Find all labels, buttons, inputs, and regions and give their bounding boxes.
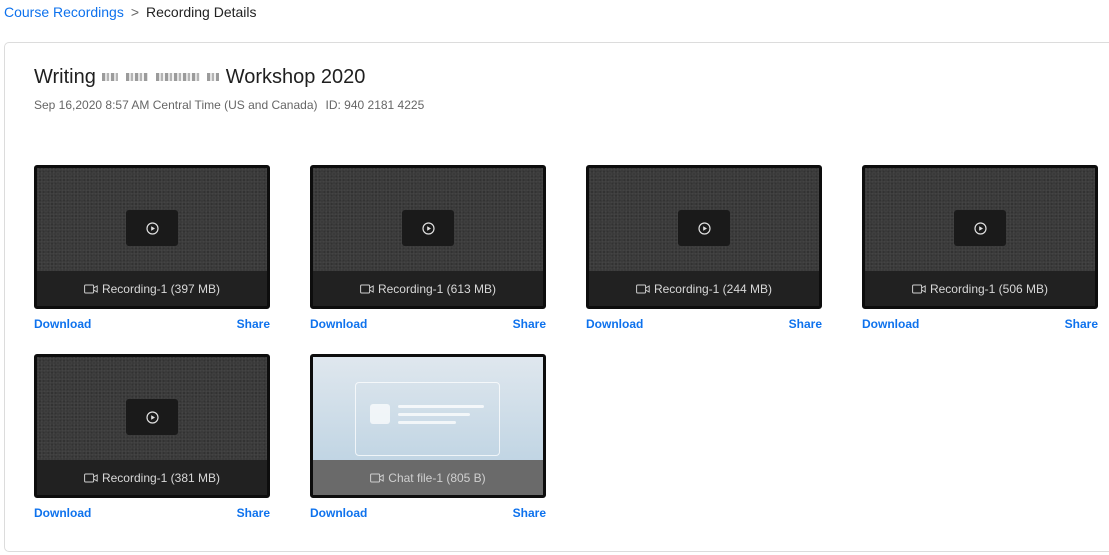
- share-link[interactable]: Share: [237, 317, 270, 331]
- recording-card: Recording-1 (244 MB) Download Share: [586, 165, 822, 333]
- breadcrumb-separator: >: [130, 4, 140, 20]
- recording-card: Recording-1 (613 MB) Download Share: [310, 165, 546, 333]
- chat-file-icon: [370, 473, 384, 482]
- download-link[interactable]: Download: [34, 506, 91, 520]
- video-camera-icon: [636, 284, 650, 293]
- download-link[interactable]: Download: [862, 317, 919, 331]
- redacted-text: [155, 72, 200, 81]
- meeting-datetime: Sep 16,2020 8:57 AM Central Time (US and…: [34, 98, 318, 112]
- redacted-text: [126, 72, 148, 81]
- redacted-text: [102, 72, 119, 81]
- play-button[interactable]: [126, 210, 178, 246]
- chat-file-thumbnail[interactable]: Chat file-1 (805 B): [310, 354, 546, 498]
- share-link[interactable]: Share: [513, 317, 546, 331]
- meeting-title-prefix: Writing: [34, 66, 96, 88]
- recording-card: Recording-1 (506 MB) Download Share: [862, 165, 1098, 333]
- video-camera-icon: [912, 284, 926, 293]
- play-circle-icon: [145, 221, 159, 235]
- meeting-id: ID: 940 2181 4225: [325, 98, 425, 112]
- recording-thumbnail[interactable]: Recording-1 (244 MB): [586, 165, 822, 309]
- download-link[interactable]: Download: [310, 506, 367, 520]
- meeting-meta: Sep 16,2020 8:57 AM Central Time (US and…: [34, 98, 424, 112]
- recording-label: Recording-1 (244 MB): [653, 281, 773, 296]
- chat-file-label: Chat file-1 (805 B): [388, 470, 486, 485]
- play-button[interactable]: [954, 210, 1006, 246]
- play-button[interactable]: [402, 210, 454, 246]
- share-link[interactable]: Share: [513, 506, 546, 520]
- chat-file-caption: Chat file-1 (805 B): [313, 460, 543, 495]
- recording-thumbnail[interactable]: Recording-1 (613 MB): [310, 165, 546, 309]
- meeting-title: Writing Workshop 2020: [34, 65, 365, 89]
- download-link[interactable]: Download: [34, 317, 91, 331]
- recording-thumbnail[interactable]: Recording-1 (506 MB): [862, 165, 1098, 309]
- recording-label: Recording-1 (613 MB): [377, 281, 497, 296]
- download-link[interactable]: Download: [586, 317, 643, 331]
- recording-caption: Recording-1 (613 MB): [313, 271, 543, 306]
- share-link[interactable]: Share: [237, 506, 270, 520]
- play-button[interactable]: [678, 210, 730, 246]
- recording-thumbnail[interactable]: Recording-1 (397 MB): [34, 165, 270, 309]
- download-link[interactable]: Download: [310, 317, 367, 331]
- video-camera-icon: [360, 284, 374, 293]
- chat-file-card: Chat file-1 (805 B) Download Share: [310, 354, 546, 522]
- recording-label: Recording-1 (381 MB): [101, 470, 221, 485]
- recording-caption: Recording-1 (397 MB): [37, 271, 267, 306]
- recording-label: Recording-1 (397 MB): [101, 281, 221, 296]
- breadcrumb: Course Recordings > Recording Details: [4, 4, 257, 20]
- breadcrumb-course-recordings-link[interactable]: Course Recordings: [4, 4, 124, 20]
- recording-caption: Recording-1 (381 MB): [37, 460, 267, 495]
- recording-caption: Recording-1 (244 MB): [589, 271, 819, 306]
- recording-card: Recording-1 (397 MB) Download Share: [34, 165, 270, 333]
- play-circle-icon: [973, 221, 987, 235]
- recording-label: Recording-1 (506 MB): [929, 281, 1049, 296]
- redacted-text: [207, 72, 220, 81]
- breadcrumb-current: Recording Details: [146, 4, 257, 20]
- recording-caption: Recording-1 (506 MB): [865, 271, 1095, 306]
- video-camera-icon: [84, 473, 98, 482]
- video-camera-icon: [84, 284, 98, 293]
- chat-illustration: [355, 382, 500, 456]
- play-circle-icon: [145, 410, 159, 424]
- share-link[interactable]: Share: [789, 317, 822, 331]
- share-link[interactable]: Share: [1065, 317, 1098, 331]
- recording-thumbnail[interactable]: Recording-1 (381 MB): [34, 354, 270, 498]
- recording-card: Recording-1 (381 MB) Download Share: [34, 354, 270, 522]
- play-circle-icon: [421, 221, 435, 235]
- meeting-title-suffix: Workshop 2020: [225, 66, 366, 88]
- play-circle-icon: [697, 221, 711, 235]
- play-button[interactable]: [126, 399, 178, 435]
